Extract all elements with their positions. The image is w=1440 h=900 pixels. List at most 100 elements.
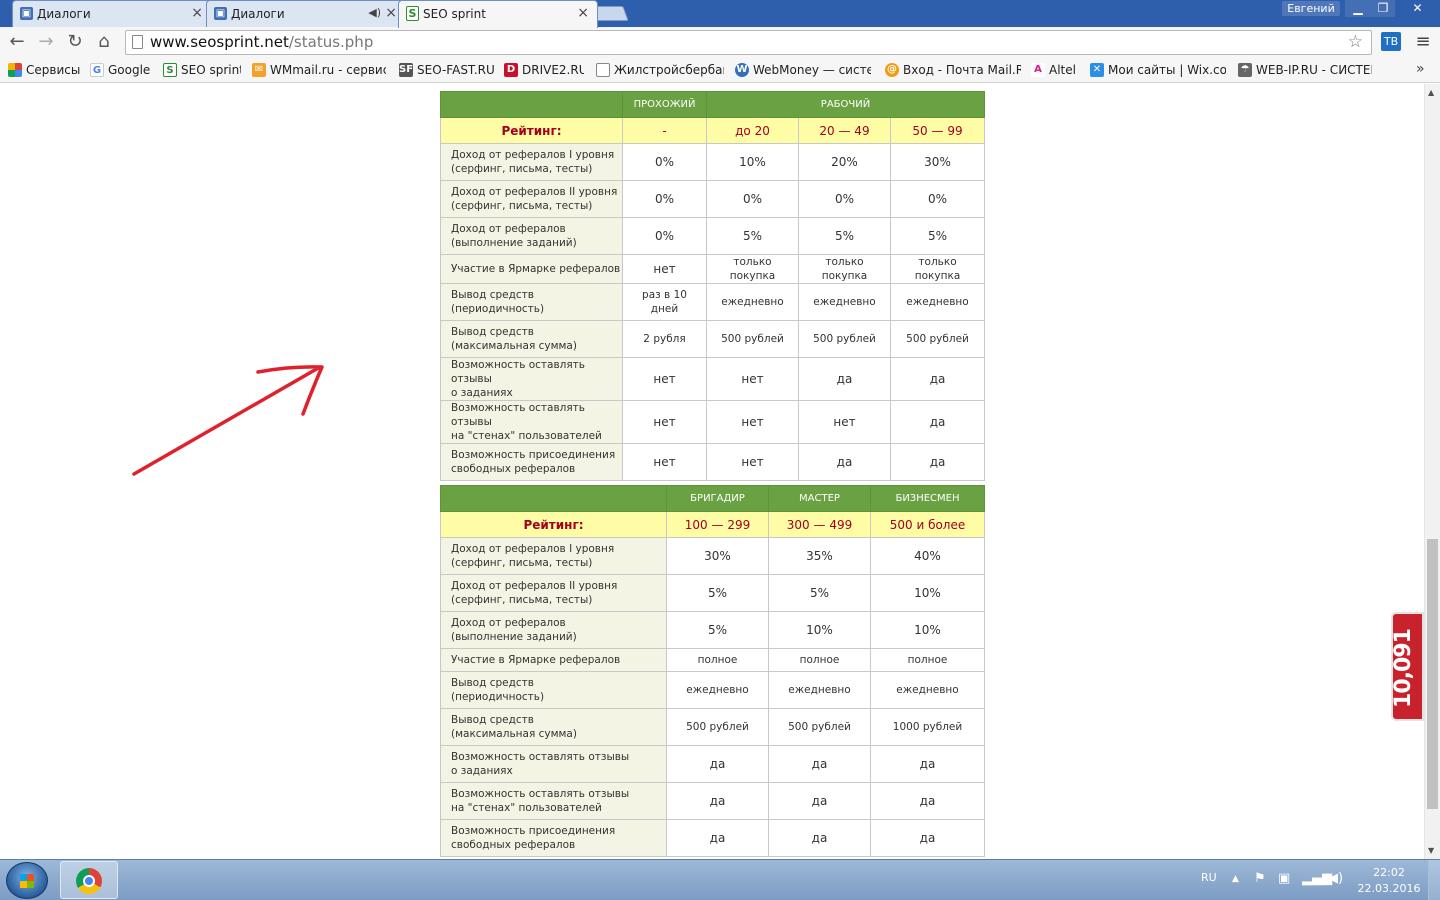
language-indicator[interactable]: RU — [1201, 871, 1217, 884]
network-icon[interactable]: ▣ — [1278, 871, 1290, 886]
bookmark-drive2[interactable]: D DRIVE2.RU — [504, 62, 584, 78]
bookmark-wmmail[interactable]: ✉WMmail.ru - сервис п — [252, 62, 386, 78]
value-cell: 500 рублей — [768, 708, 871, 746]
value-cell: 0% — [706, 180, 799, 218]
maximize-button[interactable]: ❐ — [1371, 0, 1395, 17]
profile-button[interactable]: Евгений — [1282, 1, 1340, 16]
row-label: Возможность присоединения свободных рефер… — [440, 819, 667, 857]
value-cell: да — [889, 357, 986, 401]
row-label-line: Возможность присоединения — [451, 449, 616, 461]
tab-seo-sprint[interactable]: S SEO sprint × — [398, 0, 598, 28]
table-row: Доход от рефералов (выполнение заданий) 5%… — [440, 611, 985, 649]
extension-tv-button[interactable]: ТВ — [1381, 32, 1401, 51]
tab-dialogi-1[interactable]: ▣ Диалоги × — [12, 0, 212, 27]
back-icon[interactable]: ← — [6, 31, 28, 53]
row-label: Участие в Ярмарке рефералов — [440, 254, 623, 284]
bookmark-seo-fast[interactable]: SF SEO-FAST.RU — [399, 62, 494, 78]
bookmark-mailru[interactable]: @ Вход - Почта Mail.Ru — [885, 62, 1021, 78]
row-label: Доход от рефералов (выполнение заданий) — [440, 217, 623, 255]
value-cell: да — [666, 819, 769, 857]
seofast-icon: SF — [399, 63, 414, 77]
start-button[interactable] — [6, 862, 48, 899]
page-icon — [132, 35, 143, 49]
chrome-taskbar-button[interactable] — [60, 861, 118, 899]
volume-icon[interactable]: ◀) — [1328, 871, 1343, 886]
home-icon[interactable]: ⌂ — [93, 31, 115, 53]
value-cell: только покупка — [798, 254, 891, 284]
value-cell: ежедневно — [889, 283, 986, 321]
seosprint-favicon-icon: S — [406, 6, 419, 21]
bookmark-services[interactable]: Сервисы — [8, 62, 80, 78]
value-cell: да — [768, 819, 871, 857]
counter-widget[interactable]: 10,091 — [1391, 612, 1424, 721]
row-label-line: свободных рефералов — [451, 463, 576, 475]
tab-strip: ▣ Диалоги × ▣ Диалоги ◀) × S SEO sprint … — [0, 0, 1440, 28]
bookmark-zhilstroy[interactable]: Жилстройсбербанк — [596, 62, 724, 78]
row-label: Доход от рефералов II уровня (серфинг, пи… — [440, 180, 623, 218]
reload-icon[interactable]: ↻ — [64, 31, 86, 53]
rating-label: Рейтинг: — [440, 511, 667, 538]
header-prokhozhiy: ПРОХОЖИЙ — [622, 91, 707, 118]
scroll-down-icon[interactable]: ▼ — [1428, 846, 1434, 855]
row-label: Возможность оставлять отзывы о заданиях — [440, 745, 667, 783]
bookmark-star-icon[interactable]: ☆ — [1348, 31, 1363, 54]
tab-title: Диалоги — [231, 7, 285, 21]
value-cell: 5% — [666, 611, 769, 649]
tab-close-icon[interactable]: × — [191, 5, 203, 21]
row-label: Вывод средств (максимальная сумма) — [440, 708, 667, 746]
bookmark-webmoney[interactable]: W WebMoney — систем — [735, 62, 871, 78]
bookmark-altel[interactable]: A Altel — [1031, 62, 1079, 78]
row-label-line: Участие в Ярмарке рефералов — [451, 654, 621, 666]
forward-icon[interactable]: → — [35, 31, 57, 53]
tab-dialogi-2[interactable]: ▣ Диалоги ◀) × — [206, 0, 406, 27]
row-label-line: (серфинг, письма, тесты) — [451, 163, 593, 175]
table-header-row: ПРОХОЖИЙ РАБОЧИЙ — [440, 91, 986, 118]
value-cell: нет — [622, 443, 707, 481]
value-cell: нет — [706, 400, 799, 444]
tab-close-icon[interactable]: × — [385, 5, 397, 21]
row-label: Вывод средств (максимальная сумма) — [440, 320, 623, 358]
table-row: Возможность оставлять отзывы на "стенах" … — [440, 782, 985, 820]
menu-icon[interactable]: ≡ — [1412, 31, 1434, 53]
row-label-line: Вывод средств — [451, 289, 534, 301]
tab-title: Диалоги — [37, 7, 91, 21]
flag-icon[interactable]: ⚑ — [1254, 871, 1266, 886]
row-label-line: Вывод средств — [451, 714, 534, 726]
status-table-1: ПРОХОЖИЙ РАБОЧИЙ Рейтинг: - до 20 20 — 4… — [440, 91, 986, 481]
value-cell: да — [870, 819, 985, 857]
table-row: Возможность присоединения свободных рефер… — [440, 819, 985, 857]
scrollbar-thumb[interactable] — [1427, 539, 1438, 809]
bookmark-google[interactable]: G Google — [90, 62, 152, 78]
value-cell: 40% — [870, 537, 985, 575]
bookmarks-overflow-icon[interactable]: » — [1416, 61, 1425, 77]
vertical-scrollbar[interactable]: ▲ ▼ — [1424, 84, 1440, 859]
tab-close-icon[interactable]: × — [577, 5, 589, 21]
show-desktop-button[interactable] — [1428, 860, 1440, 900]
bookmark-wix[interactable]: ✕ Мои сайты | Wix.com — [1090, 62, 1226, 78]
bookmark-web-ip[interactable]: ☂ WEB-IP.RU - СИСТЕМ — [1238, 62, 1372, 78]
value-cell: 10% — [706, 143, 799, 181]
row-label-line: (выполнение заданий) — [451, 237, 577, 249]
mailru-icon: @ — [885, 63, 899, 77]
header-biznesmen: БИЗНЕСМЕН — [870, 485, 985, 512]
row-label-line: Вывод средств — [451, 677, 534, 689]
table-body: Доход от рефералов I уровня (серфинг, пис… — [440, 143, 986, 481]
minimize-button[interactable]: ▁ — [1345, 0, 1371, 17]
counter-value: 10,091 — [1390, 629, 1416, 708]
row-label: Участие в Ярмарке рефералов — [440, 648, 667, 672]
close-window-button[interactable]: ✕ — [1395, 0, 1440, 17]
bookmark-seo-sprint[interactable]: S SEO sprint — [163, 62, 241, 78]
row-label: Доход от рефералов I уровня (серфинг, пис… — [440, 143, 623, 181]
value-cell: да — [666, 782, 769, 820]
table-row: Возможность оставлять отзывы на "стенах" … — [440, 400, 986, 444]
row-label: Возможность оставлять отзывы на "стенах" … — [440, 400, 623, 444]
tray-expand-icon[interactable]: ▲ — [1232, 874, 1239, 884]
row-label-line: Возможность присоединения — [451, 825, 616, 837]
table-row: Доход от рефералов I уровня (серфинг, пис… — [440, 537, 985, 575]
row-label-line: Возможность оставлять отзывы — [451, 751, 630, 763]
scroll-up-icon[interactable]: ▲ — [1428, 88, 1434, 97]
address-bar[interactable]: www.seosprint.net/status.php ☆ — [125, 30, 1372, 55]
value-cell: да — [889, 443, 986, 481]
clock[interactable]: 22:02 22.03.2016 — [1356, 865, 1422, 897]
value-cell: 500 рублей — [798, 320, 891, 358]
